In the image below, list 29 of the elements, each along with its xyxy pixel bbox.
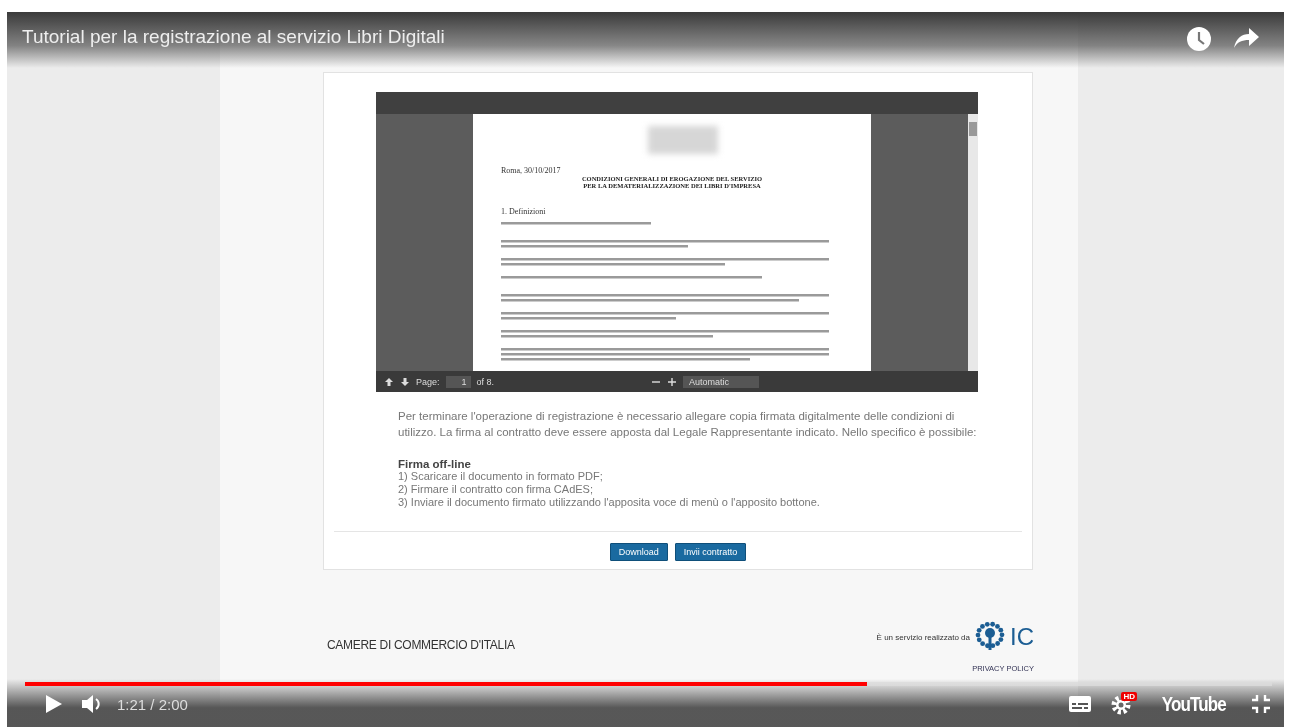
section-title: Firma off-line [398, 458, 472, 470]
action-button[interactable]: Download [609, 543, 668, 561]
page-label: Page: [416, 376, 440, 387]
exit-fullscreen-icon[interactable] [1250, 693, 1272, 715]
up-arrow-icon[interactable] [384, 376, 394, 387]
page-number-field[interactable]: 1 [445, 375, 471, 388]
credit-text: È un servizio realizzato da [876, 632, 970, 642]
action-button[interactable]: Invii contratto [674, 543, 747, 561]
youtube-logo[interactable]: YouTube [1162, 692, 1227, 716]
scrollbar[interactable] [968, 114, 978, 371]
time-display: 1:21 / 2:00 [117, 695, 188, 713]
page-count: of 8. [476, 376, 495, 387]
blurred-address-drawing [648, 126, 718, 154]
down-arrow-icon[interactable] [400, 376, 410, 387]
zoom-in-icon[interactable] [667, 376, 678, 387]
clock-icon[interactable] [1186, 26, 1212, 52]
step-text: 2) Firmare il contratto con firma CAdES; [398, 483, 594, 496]
progress-bar[interactable] [25, 682, 1272, 686]
step-text: 1) Scaricare il documento in formato PDF; [398, 470, 604, 483]
instructions-paragraph: Per terminare l'operazione di registrazione è necessario allegare copia firmata digitalmente delle condizioni di utilizzo. La firma al contratto deve essere apposta dal Legale Rappresentante indicato. Nello specifico è possibile: [398, 409, 978, 440]
document-section: 1. Definizioni [501, 207, 843, 216]
hd-badge: HD [1121, 692, 1137, 701]
zoom-select[interactable]: Automatic [683, 375, 760, 388]
logo-text: IC [1010, 623, 1034, 651]
play-icon[interactable] [45, 694, 63, 714]
document-date: Roma, 30/10/2017 [501, 166, 562, 175]
step-text: 3) Inviare il documento firmato utilizzando l'apposita voce di menù o l'apposito bottone. [398, 496, 821, 509]
footer-brand: CAMERE DI COMMERCIO D'ITALIA [327, 638, 515, 652]
subtitles-icon[interactable] [1068, 695, 1093, 713]
